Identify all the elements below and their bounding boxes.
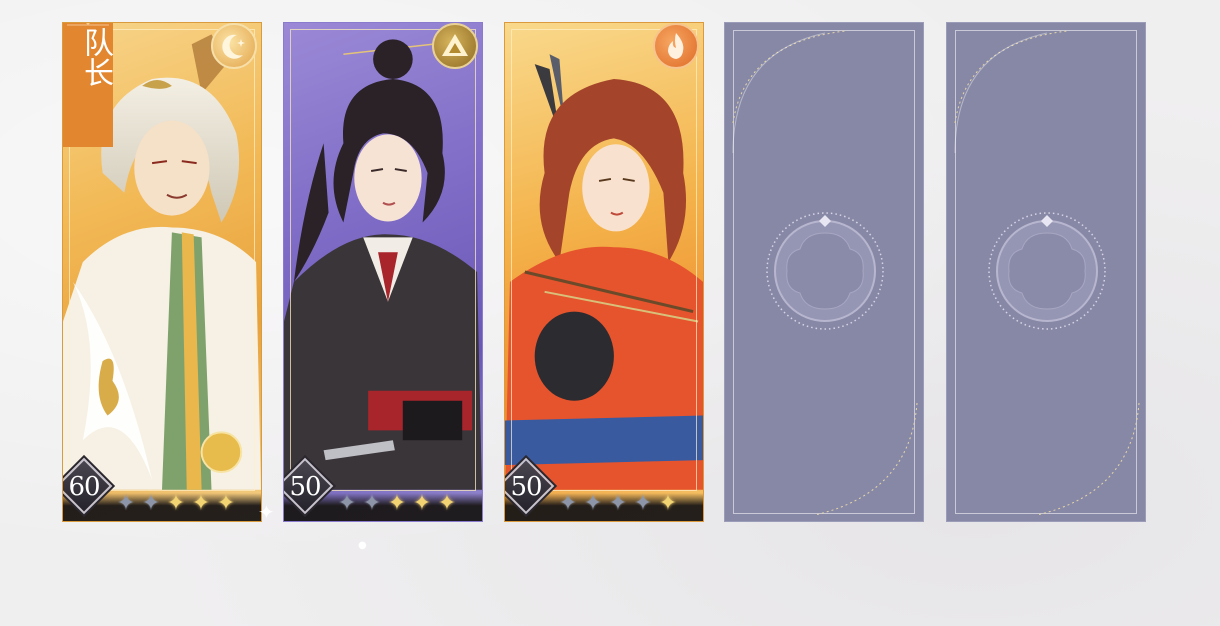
star-icon: ✦: [387, 491, 407, 516]
empty-slot-emblem-icon: [766, 212, 884, 330]
star-icon: ✦: [362, 491, 382, 516]
star-icon: ✦: [412, 491, 432, 516]
team-slot-2[interactable]: 50 ✦ ✦ ✦ ✦ ✦: [283, 22, 483, 522]
star-icon: ✦: [633, 491, 653, 516]
empty-slot-emblem-icon: [988, 212, 1106, 330]
triangle-element-icon: [432, 23, 478, 69]
character-portrait-dark-haired-swordsman: [284, 39, 482, 490]
level-badge: 50: [505, 455, 557, 517]
level-value: 60: [68, 472, 100, 502]
star-rating: ✦ ✦ ✦ ✦ ✦: [557, 493, 679, 515]
team-slot-3[interactable]: 50 ✦ ✦ ✦ ✦ ✦: [504, 22, 704, 522]
star-rating: ✦ ✦ ✦ ✦ ✦: [336, 493, 458, 515]
star-icon: ✦: [558, 491, 578, 516]
star-icon: ✦: [583, 491, 603, 516]
character-portrait-red-haired-archer: [505, 54, 703, 490]
level-badge: 50: [284, 455, 336, 517]
empty-team-slot-5[interactable]: [946, 22, 1146, 522]
star-icon: ✦: [166, 491, 186, 516]
star-icon: ✦: [437, 491, 457, 516]
level-value: 50: [510, 472, 542, 502]
level-badge: 60: [63, 455, 115, 517]
star-icon: ✦: [658, 491, 678, 516]
star-icon: ✦: [116, 491, 136, 516]
star-icon: ✦: [141, 491, 161, 516]
captain-banner: 队长: [63, 23, 113, 147]
star-icon: ✦: [337, 491, 357, 516]
star-icon: ✦: [191, 491, 211, 516]
sparkle-icon: ●: [358, 540, 367, 551]
fire-element-icon: [653, 23, 699, 69]
level-value: 50: [289, 472, 321, 502]
empty-team-slot-4[interactable]: [724, 22, 924, 522]
sparkle-icon: ✦: [258, 500, 275, 524]
team-slot-1[interactable]: 队长 60 ✦ ✦ ✦ ✦ ✦: [62, 22, 262, 522]
star-icon: ✦: [216, 491, 236, 516]
star-rating: ✦ ✦ ✦ ✦ ✦: [115, 493, 237, 515]
star-icon: ✦: [608, 491, 628, 516]
captain-label: 队长: [78, 27, 113, 87]
moon-element-icon: [211, 23, 257, 69]
